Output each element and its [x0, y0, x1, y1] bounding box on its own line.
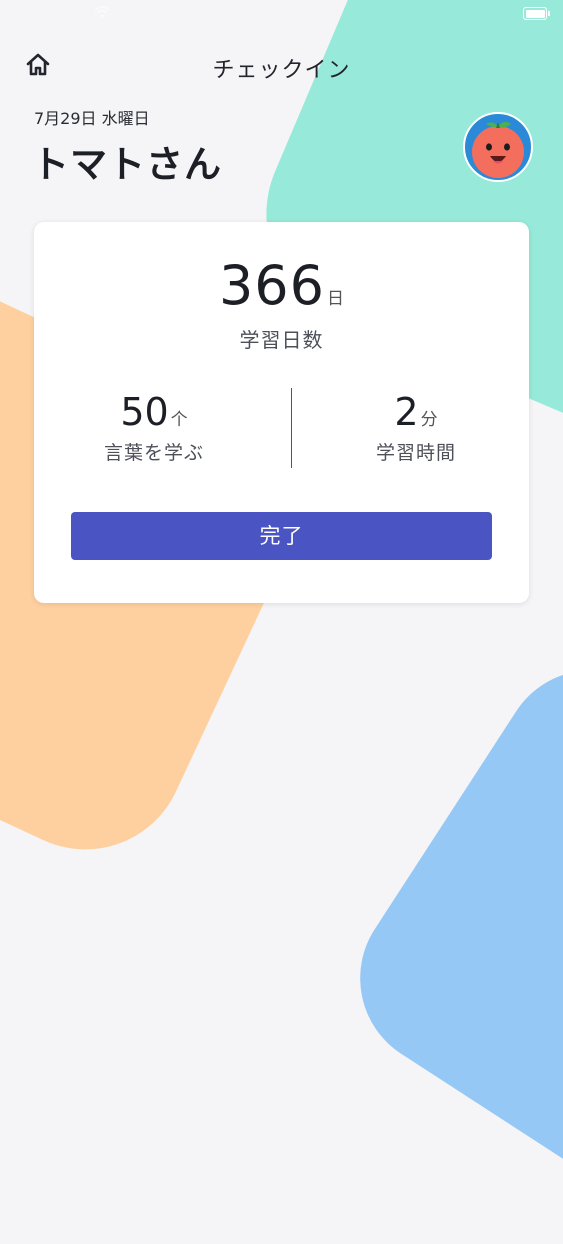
time-value: 2 — [394, 390, 419, 434]
time-label: 学習時間 — [375, 442, 456, 464]
status-bar — [0, 0, 563, 30]
page-title: チェックイン — [212, 58, 351, 83]
total-days-label: 学習日数 — [239, 328, 324, 352]
stat-divider — [291, 388, 292, 468]
total-days-unit: 日 — [327, 289, 345, 309]
wifi-icon — [94, 6, 110, 18]
study-time-stat: 2分 学習時間 — [296, 390, 536, 465]
total-days-stat: 366 日 — [34, 254, 529, 317]
tomato-mascot-icon — [472, 121, 524, 178]
battery-icon — [523, 7, 550, 20]
user-name: トマトさん — [32, 143, 222, 186]
header: チェックイン — [0, 42, 563, 88]
date-label: 7月29日 水曜日 — [34, 109, 150, 128]
total-days-value: 366 — [218, 254, 326, 317]
blue-background-shape — [325, 635, 563, 1244]
time-unit: 分 — [420, 410, 438, 430]
words-label: 言葉を学ぶ — [103, 442, 204, 464]
complete-button[interactable]: 完了 — [71, 512, 492, 560]
words-unit: 个 — [170, 410, 188, 430]
words-learned-stat: 50 个 言葉を学ぶ — [34, 390, 274, 465]
checkin-summary-card: 366 日 学習日数 50 个 言葉を学ぶ 2分 学習時間 完了 — [34, 222, 529, 603]
avatar[interactable] — [463, 112, 533, 182]
words-value: 50 — [120, 390, 169, 434]
